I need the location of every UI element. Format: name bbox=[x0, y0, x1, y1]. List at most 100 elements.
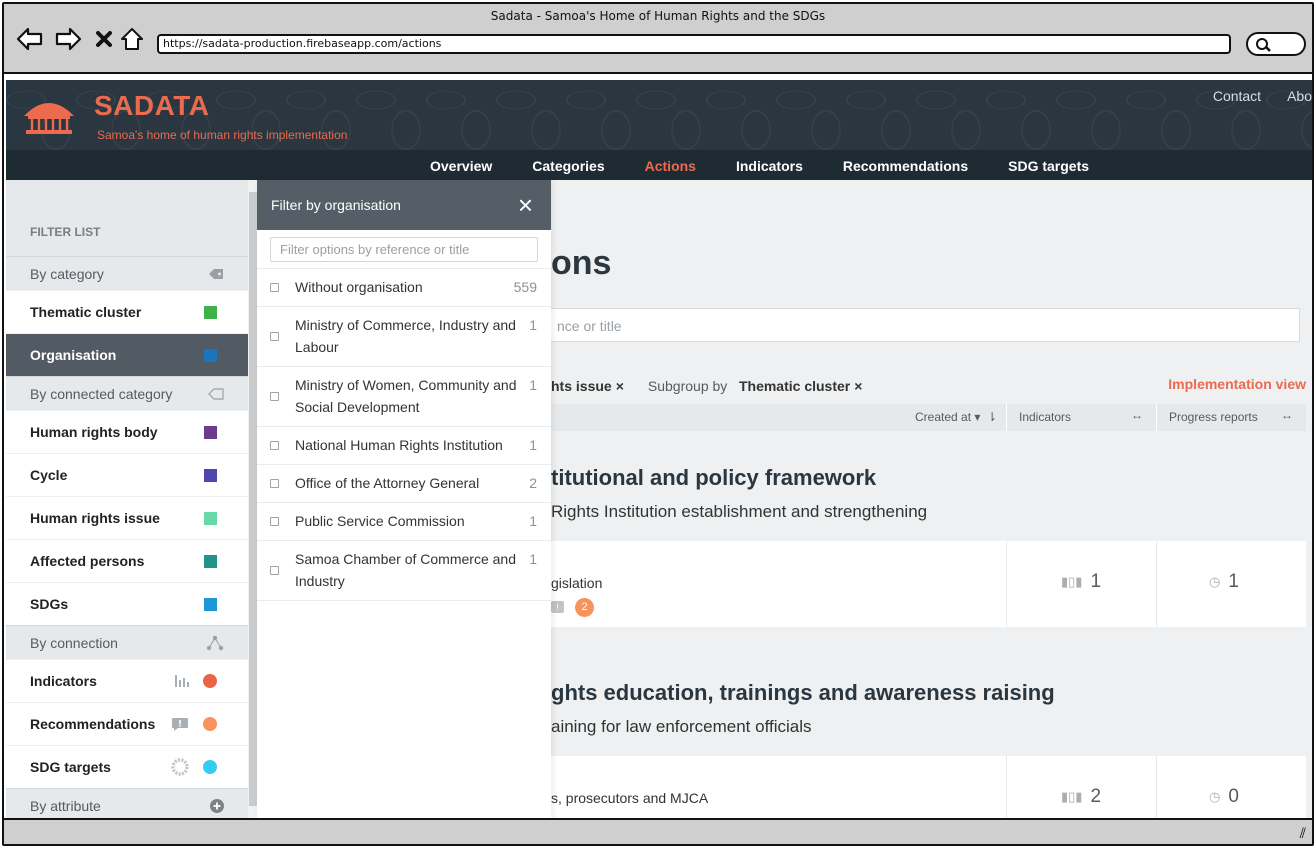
action-title[interactable]: s, prosecutors and MJCA bbox=[551, 790, 708, 806]
subgroup-label: Subgroup by bbox=[647, 378, 728, 394]
fale-logo-icon[interactable] bbox=[20, 94, 78, 136]
option-count: 1 bbox=[529, 551, 537, 567]
nav-sdg-targets[interactable]: SDG targets bbox=[988, 158, 1109, 174]
back-arrow-icon[interactable] bbox=[16, 26, 44, 52]
expand-arrows-icon[interactable]: ↔ bbox=[1281, 408, 1293, 422]
color-dot bbox=[203, 760, 217, 774]
sidebar-item-human-rights-issue[interactable]: Human rights issue bbox=[6, 496, 248, 539]
subgroup-chip: Subgroup by Thematic cluster × bbox=[648, 378, 863, 394]
scrollbar-thumb[interactable] bbox=[249, 192, 257, 806]
remove-chip-icon[interactable]: × bbox=[616, 378, 624, 394]
column-divider bbox=[1156, 756, 1157, 820]
indicator-count: ▮▯▮ 1 bbox=[1061, 571, 1102, 592]
checkbox[interactable] bbox=[270, 391, 279, 401]
group-label: By connection bbox=[30, 634, 118, 651]
nav-recommendations[interactable]: Recommendations bbox=[823, 158, 988, 174]
group-label: By attribute bbox=[30, 797, 101, 814]
implementation-view-link[interactable]: Implementation view bbox=[1168, 376, 1306, 392]
site-brand[interactable]: SADATA bbox=[94, 90, 210, 122]
filter-option[interactable]: National Human Rights Institution 1 bbox=[257, 427, 551, 465]
site-header: SADATA Samoa's home of human rights impl… bbox=[6, 80, 1312, 180]
top-link-about[interactable]: Abo bbox=[1287, 88, 1312, 104]
sidebar-item-affected-persons[interactable]: Affected persons bbox=[6, 539, 248, 582]
nav-actions[interactable]: Actions bbox=[625, 158, 716, 174]
close-x-icon[interactable] bbox=[90, 26, 118, 52]
option-label: Samoa Chamber of Commerce and Industry bbox=[295, 551, 516, 589]
option-count: 1 bbox=[529, 317, 537, 333]
action-card[interactable]: s, prosecutors and MJCA ▮▯▮ 2 ◷ 0 bbox=[541, 756, 1306, 820]
color-dot bbox=[203, 674, 217, 688]
checkbox[interactable] bbox=[270, 440, 279, 450]
column-indicators: Indicators bbox=[1019, 410, 1072, 424]
sidebar-item-label: Affected persons bbox=[30, 553, 145, 569]
main-search-input[interactable]: nce or title bbox=[541, 308, 1300, 342]
sidebar-item-thematic-cluster[interactable]: Thematic cluster bbox=[6, 290, 248, 333]
filter-search-input[interactable] bbox=[270, 237, 538, 262]
sort-created-at[interactable]: Created at ▾ ⇂ bbox=[915, 410, 997, 424]
window-title: Sadata - Samoa's Home of Human Rights an… bbox=[490, 9, 826, 23]
color-dot bbox=[203, 717, 217, 731]
page-viewport: SADATA Samoa's home of human rights impl… bbox=[6, 80, 1312, 820]
filter-option[interactable]: Public Service Commission 1 bbox=[257, 503, 551, 541]
nav-overview[interactable]: Overview bbox=[410, 158, 512, 174]
subgroup-value: Thematic cluster bbox=[738, 378, 851, 394]
address-bar[interactable]: https://sadata-production.firebaseapp.co… bbox=[157, 34, 1231, 54]
checkbox[interactable] bbox=[270, 565, 279, 575]
filter-options-panel: Filter by organisation × Without organis… bbox=[257, 180, 551, 820]
filter-option[interactable]: Ministry of Commerce, Industry and Labou… bbox=[257, 307, 551, 367]
sidebar-item-sdg-targets[interactable]: SDG targets bbox=[6, 745, 248, 788]
top-link-contact[interactable]: Contact bbox=[1213, 88, 1261, 104]
network-icon bbox=[206, 635, 224, 650]
sidebar-item-indicators[interactable]: Indicators bbox=[6, 659, 248, 702]
filter-option[interactable]: Without organisation 559 bbox=[257, 269, 551, 307]
column-divider bbox=[1006, 404, 1007, 431]
color-swatch bbox=[204, 468, 217, 482]
expand-arrows-icon[interactable]: ↔ bbox=[1131, 408, 1143, 422]
subgroup-title: aining for law enforcement officials bbox=[551, 717, 812, 736]
column-divider bbox=[1156, 541, 1157, 627]
remove-subgroup-icon[interactable]: × bbox=[854, 378, 862, 394]
sort-icon[interactable]: ⇂ bbox=[987, 410, 997, 424]
option-label: Without organisation bbox=[295, 279, 423, 295]
checkbox[interactable] bbox=[270, 331, 279, 341]
color-swatch bbox=[204, 597, 217, 611]
filter-option[interactable]: Samoa Chamber of Commerce and Industry 1 bbox=[257, 541, 551, 601]
main-navigation: Overview Categories Actions Indicators R… bbox=[410, 158, 1109, 174]
site-tagline: Samoa's home of human rights implementat… bbox=[97, 128, 348, 142]
sidebar-item-label: Cycle bbox=[30, 467, 68, 483]
checkbox[interactable] bbox=[270, 516, 279, 526]
checkbox[interactable] bbox=[270, 282, 279, 292]
resize-grip-icon[interactable]: ⫽ bbox=[1300, 826, 1306, 842]
home-icon[interactable] bbox=[118, 26, 146, 52]
main-content: ons nce or title hts issue × Subgroup by … bbox=[541, 180, 1312, 820]
sidebar-item-cycle[interactable]: Cycle bbox=[6, 453, 248, 496]
column-divider bbox=[1006, 541, 1007, 627]
forward-arrow-icon[interactable] bbox=[54, 26, 82, 52]
nav-indicators[interactable]: Indicators bbox=[716, 158, 823, 174]
nav-categories[interactable]: Categories bbox=[512, 158, 624, 174]
tag-outline-icon bbox=[208, 387, 224, 400]
progress-count: ◷ 1 bbox=[1209, 571, 1239, 592]
group-by-attribute: By attribute bbox=[6, 788, 248, 820]
group-chip[interactable]: hts issue × bbox=[551, 378, 624, 394]
sidebar-item-recommendations[interactable]: Recommendations bbox=[6, 702, 248, 745]
indicator-bars-icon: ▮▯▮ bbox=[1061, 574, 1083, 589]
color-swatch bbox=[204, 305, 217, 319]
browser-window: Sadata - Samoa's Home of Human Rights an… bbox=[2, 2, 1314, 846]
action-title[interactable]: gislation bbox=[551, 575, 602, 591]
sidebar-item-label: SDG targets bbox=[30, 759, 111, 775]
sidebar-item-organisation[interactable]: Organisation bbox=[6, 333, 248, 376]
option-label: Ministry of Women, Community and Social … bbox=[295, 377, 517, 415]
indicator-bars-icon bbox=[175, 675, 189, 687]
sidebar-item-sdgs[interactable]: SDGs bbox=[6, 582, 248, 625]
close-icon[interactable]: × bbox=[518, 192, 533, 218]
checkbox[interactable] bbox=[270, 478, 279, 488]
filter-option[interactable]: Office of the Attorney General 2 bbox=[257, 465, 551, 503]
option-count: 1 bbox=[529, 377, 537, 393]
clock-icon: ◷ bbox=[1209, 789, 1221, 804]
color-swatch bbox=[204, 425, 217, 439]
action-card[interactable]: gislation ! 2 ▮▯▮ 1 ◷ 1 bbox=[541, 541, 1306, 627]
sidebar-item-human-rights-body[interactable]: Human rights body bbox=[6, 410, 248, 453]
filter-option[interactable]: Ministry of Women, Community and Social … bbox=[257, 367, 551, 427]
browser-search-button[interactable] bbox=[1246, 32, 1306, 56]
